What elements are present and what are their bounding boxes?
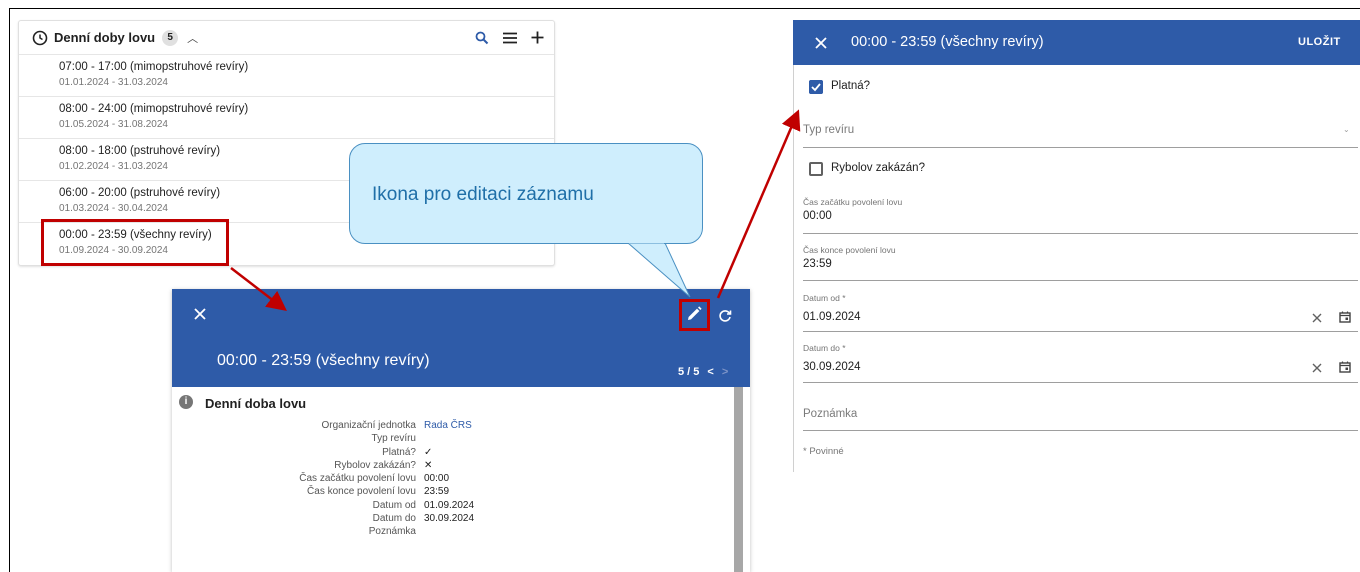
chevron-down-icon[interactable]: ⌄ <box>1343 125 1350 134</box>
start-time-label: Čas začátku povolení lovu <box>803 197 903 207</box>
date-to-underline <box>803 382 1358 383</box>
start-time-input[interactable]: 00:00 <box>803 210 832 222</box>
note-underline <box>803 430 1358 431</box>
start-time-underline <box>803 233 1358 234</box>
calendar-icon[interactable] <box>1339 311 1351 323</box>
type-select-underline <box>803 147 1358 148</box>
calendar-icon[interactable] <box>1339 361 1351 373</box>
end-time-input[interactable]: 23:59 <box>803 258 832 270</box>
type-select[interactable]: Typ revíru <box>803 124 854 136</box>
banned-label: Rybolov zakázán? <box>831 162 925 174</box>
save-button[interactable]: ULOŽIT <box>1298 36 1341 48</box>
date-from-input[interactable]: 01.09.2024 <box>803 311 861 323</box>
end-time-underline <box>803 280 1358 281</box>
date-from-underline <box>803 331 1358 332</box>
required-note: * Povinné <box>803 446 844 457</box>
form-side-border <box>793 20 794 472</box>
valid-checkbox[interactable] <box>809 80 823 94</box>
clear-icon[interactable] <box>1312 363 1322 373</box>
banned-checkbox[interactable] <box>809 162 823 176</box>
note-input[interactable]: Poznámka <box>803 408 857 420</box>
close-icon[interactable] <box>815 37 827 49</box>
form-title: 00:00 - 23:59 (všechny revíry) <box>851 34 1044 50</box>
date-to-label: Datum do * <box>803 343 846 353</box>
callout-text: Ikona pro editaci záznamu <box>372 184 594 205</box>
valid-label: Platná? <box>831 80 871 92</box>
form-header: 00:00 - 23:59 (všechny revíry) ULOŽIT <box>793 20 1360 65</box>
date-to-input[interactable]: 30.09.2024 <box>803 361 861 373</box>
end-time-label: Čas konce povolení lovu <box>803 245 896 255</box>
edit-form: 00:00 - 23:59 (všechny revíry) ULOŽIT Pl… <box>793 20 1360 472</box>
date-from-label: Datum od * <box>803 293 846 303</box>
clear-icon[interactable] <box>1312 313 1322 323</box>
